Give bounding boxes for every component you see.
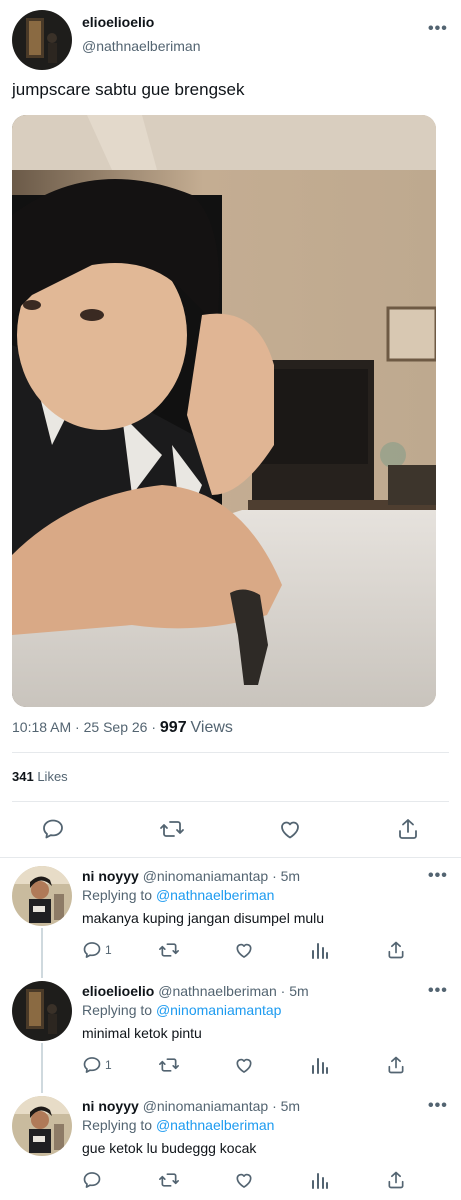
views-button[interactable]	[311, 1170, 329, 1190]
reply-count: 1	[105, 1058, 112, 1072]
reply-icon	[43, 819, 63, 839]
replying-to-line: Replying to @nathnaelberiman	[82, 1117, 274, 1133]
reply-button[interactable]: 1	[82, 1055, 112, 1075]
tweet-photo-image	[12, 115, 436, 707]
divider	[12, 752, 449, 753]
views-icon	[312, 1058, 328, 1074]
more-options-icon[interactable]: •••	[428, 983, 448, 999]
reply-header: ni noyyy @ninomaniamantap · 5m	[82, 1098, 300, 1114]
views-icon	[312, 1173, 328, 1189]
like-icon	[236, 1173, 252, 1188]
reply-icon	[83, 1172, 101, 1188]
like-icon	[236, 943, 252, 958]
replying-prefix: Replying to	[82, 1002, 153, 1018]
like-button[interactable]	[234, 1055, 254, 1075]
replying-to-line: Replying to @ninomaniamantap	[82, 1002, 281, 1018]
reply-author-handle[interactable]: @ninomaniamantap	[143, 868, 269, 884]
reply-button[interactable]	[82, 1170, 105, 1190]
reply-author-avatar[interactable]	[12, 1096, 72, 1156]
views-count: 997	[159, 719, 187, 736]
like-icon	[281, 821, 299, 839]
reply-time[interactable]: · 5m	[272, 1098, 300, 1114]
likes-count: 341	[12, 769, 34, 784]
reply-time[interactable]: · 5m	[272, 868, 300, 884]
author-name[interactable]: elioelioelio	[82, 14, 154, 30]
reply-author-handle[interactable]: @nathnaelberiman	[158, 983, 277, 999]
reply-avatar-image	[12, 866, 72, 926]
replying-prefix: Replying to	[82, 887, 153, 903]
reply-count: 1	[105, 943, 112, 957]
reply-text: minimal ketok pintu	[82, 1025, 202, 1041]
reply-tweet[interactable]: ni noyyy @ninomaniamantap · 5m ••• Reply…	[0, 862, 461, 972]
reply-author-name[interactable]: ni noyyy	[82, 868, 139, 884]
tweet-date[interactable]: 25 Sep 26	[84, 719, 148, 735]
replying-to-line: Replying to @nathnaelberiman	[82, 887, 274, 903]
more-options-icon[interactable]: •••	[428, 1098, 448, 1114]
views-icon	[312, 943, 328, 959]
views-button[interactable]	[311, 1055, 329, 1075]
author-avatar[interactable]	[12, 10, 72, 70]
reply-button[interactable]	[41, 817, 65, 841]
reply-author-name[interactable]: ni noyyy	[82, 1098, 139, 1114]
tweet-meta: 10:18 AM · 25 Sep 26 · 997 Views	[12, 719, 233, 737]
reply-tweet[interactable]: elioelioelio @nathnaelberiman · 5m ••• R…	[0, 977, 461, 1087]
retweet-button[interactable]	[158, 1055, 180, 1075]
reply-author-name[interactable]: elioelioelio	[82, 983, 154, 999]
retweet-icon	[158, 1173, 179, 1187]
reply-avatar-image	[12, 1096, 72, 1156]
share-button[interactable]	[396, 817, 420, 841]
reply-header: elioelioelio @nathnaelberiman · 5m	[82, 983, 309, 999]
reply-text: makanya kuping jangan disumpel mulu	[82, 910, 325, 926]
like-button[interactable]	[234, 940, 254, 960]
retweet-icon	[158, 943, 179, 957]
retweet-icon	[158, 1058, 179, 1072]
reply-button[interactable]: 1	[82, 940, 112, 960]
reply-author-avatar[interactable]	[12, 866, 72, 926]
reply-text: gue ketok lu budeggg kocak	[82, 1140, 257, 1156]
meta-separator: ·	[75, 719, 80, 735]
share-icon	[388, 941, 404, 959]
divider	[0, 857, 461, 858]
retweet-button[interactable]	[159, 817, 185, 841]
share-button[interactable]	[386, 1170, 406, 1190]
retweet-button[interactable]	[158, 940, 180, 960]
views-button[interactable]	[311, 940, 329, 960]
author-handle[interactable]: @nathnaelberiman	[82, 38, 201, 54]
reply-time[interactable]: · 5m	[281, 983, 309, 999]
reply-icon	[83, 1057, 101, 1073]
like-icon	[236, 1058, 252, 1073]
replying-to-handle[interactable]: @nathnaelberiman	[156, 1117, 275, 1133]
likes-stat[interactable]: 341 Likes	[12, 769, 68, 784]
reply-author-avatar[interactable]	[12, 981, 72, 1041]
like-button[interactable]	[234, 1170, 254, 1190]
retweet-icon	[160, 821, 184, 837]
reply-header: ni noyyy @ninomaniamantap · 5m	[82, 868, 300, 884]
views-label: Views	[190, 719, 233, 736]
more-options-icon[interactable]: •••	[428, 21, 448, 37]
replying-prefix: Replying to	[82, 1117, 153, 1133]
divider	[12, 801, 449, 802]
author-avatar-image	[12, 10, 72, 70]
tweet-time[interactable]: 10:18 AM	[12, 719, 71, 735]
retweet-button[interactable]	[158, 1170, 180, 1190]
more-options-icon[interactable]: •••	[428, 868, 448, 884]
reply-avatar-image	[12, 981, 72, 1041]
reply-author-handle[interactable]: @ninomaniamantap	[143, 1098, 269, 1114]
replying-to-handle[interactable]: @ninomaniamantap	[156, 1002, 282, 1018]
share-button[interactable]	[386, 1055, 406, 1075]
reply-icon	[83, 942, 101, 958]
tweet-photo[interactable]	[12, 115, 436, 707]
replying-to-handle[interactable]: @nathnaelberiman	[156, 887, 275, 903]
share-icon	[388, 1171, 404, 1189]
meta-separator: ·	[151, 719, 157, 735]
tweet-text: jumpscare sabtu gue brengsek	[12, 80, 245, 99]
share-button[interactable]	[386, 940, 406, 960]
like-button[interactable]	[278, 817, 302, 841]
share-icon	[388, 1056, 404, 1074]
reply-tweet[interactable]: ni noyyy @ninomaniamantap · 5m ••• Reply…	[0, 1092, 461, 1200]
likes-label: Likes	[37, 769, 68, 784]
share-icon	[399, 819, 417, 839]
